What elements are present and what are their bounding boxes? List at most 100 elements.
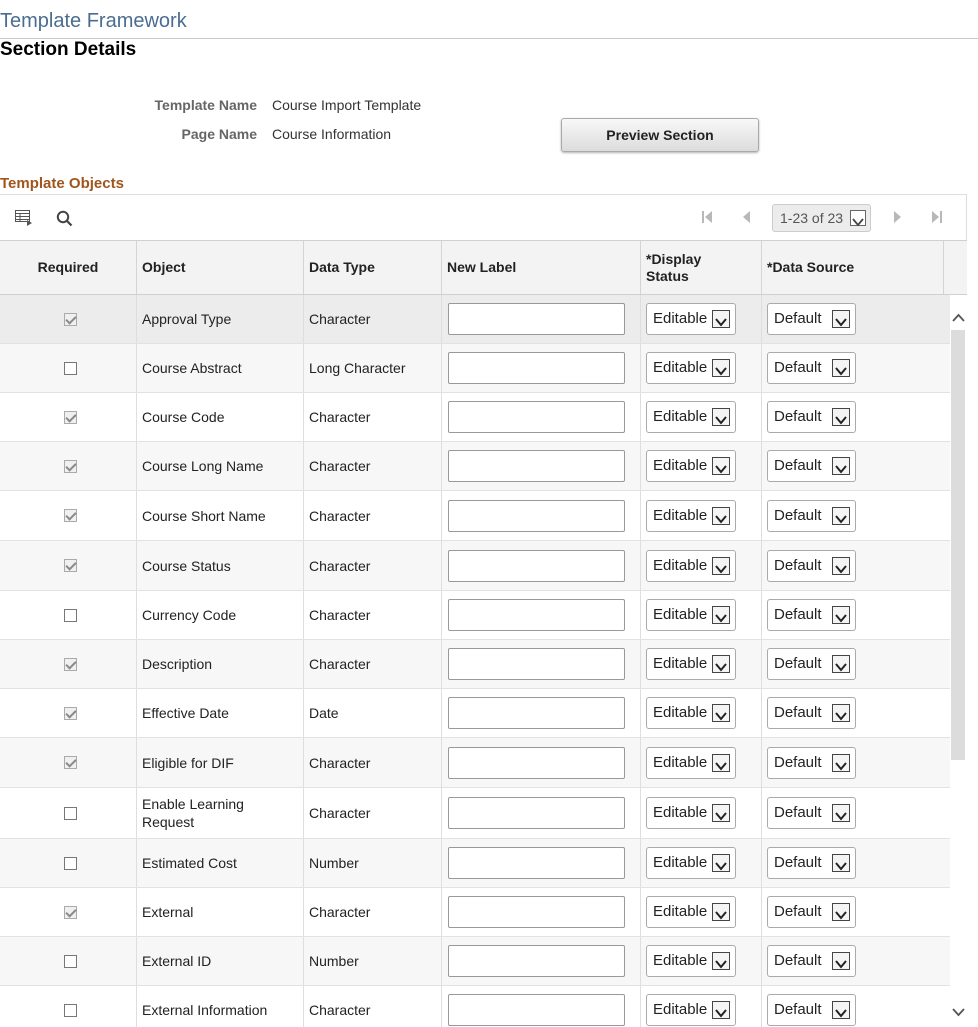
data-source-select[interactable]: Default	[767, 697, 856, 729]
table-row: Enable Learning RequestCharacterEditable…	[0, 788, 950, 839]
chevron-down-icon	[712, 557, 730, 575]
data-source-select[interactable]: Default	[767, 896, 856, 928]
data-source-select[interactable]: Default	[767, 847, 856, 879]
required-checkbox[interactable]	[64, 1004, 77, 1017]
display-status-select[interactable]: Editable	[646, 303, 736, 335]
display-status-select[interactable]: Editable	[646, 994, 736, 1026]
data-source-select[interactable]: Default	[767, 352, 856, 384]
new-label-input[interactable]	[448, 747, 625, 779]
data-source-cell: Default	[762, 640, 950, 688]
data-source-value: Default	[774, 507, 822, 524]
display-status-select[interactable]: Editable	[646, 352, 736, 384]
new-label-input[interactable]	[448, 797, 625, 829]
required-checkbox[interactable]	[64, 658, 77, 671]
row-count-select[interactable]: 1-23 of 23	[772, 204, 871, 232]
required-checkbox[interactable]	[64, 460, 77, 473]
required-cell	[0, 689, 137, 737]
column-header-required[interactable]: Required	[0, 241, 137, 294]
display-status-select[interactable]: Editable	[646, 648, 736, 680]
display-status-select[interactable]: Editable	[646, 697, 736, 729]
required-cell	[0, 888, 137, 936]
chevron-down-icon	[832, 606, 850, 624]
last-page-icon[interactable]	[930, 209, 944, 225]
first-page-icon[interactable]	[700, 209, 714, 225]
object-cell: Effective Date	[137, 689, 304, 737]
column-header-data-source[interactable]: *Data Source	[762, 241, 944, 294]
chevron-down-icon	[712, 1001, 730, 1019]
required-checkbox[interactable]	[64, 313, 77, 326]
search-icon[interactable]	[56, 210, 73, 232]
display-status-select[interactable]: Editable	[646, 550, 736, 582]
new-label-input[interactable]	[448, 945, 625, 977]
data-source-select[interactable]: Default	[767, 599, 856, 631]
display-status-value: Editable	[653, 804, 707, 821]
required-checkbox[interactable]	[64, 559, 77, 572]
column-header-display-status[interactable]: *Display Status	[641, 241, 762, 294]
scrollbar-thumb[interactable]	[951, 330, 965, 760]
required-checkbox[interactable]	[64, 857, 77, 870]
required-checkbox[interactable]	[64, 807, 77, 820]
preview-section-button[interactable]: Preview Section	[561, 118, 759, 152]
new-label-cell	[442, 738, 641, 787]
required-cell	[0, 344, 137, 392]
display-status-select[interactable]: Editable	[646, 945, 736, 977]
data-source-select[interactable]: Default	[767, 945, 856, 977]
data-source-select[interactable]: Default	[767, 500, 856, 532]
data-source-select[interactable]: Default	[767, 797, 856, 829]
new-label-input[interactable]	[448, 401, 625, 433]
scroll-down-icon[interactable]	[950, 1005, 967, 1019]
data-source-select[interactable]: Default	[767, 550, 856, 582]
new-label-input[interactable]	[448, 550, 625, 582]
display-status-select[interactable]: Editable	[646, 747, 736, 779]
scroll-up-icon[interactable]	[950, 311, 967, 325]
display-status-value: Editable	[653, 655, 707, 672]
data-source-select[interactable]: Default	[767, 648, 856, 680]
new-label-input[interactable]	[448, 697, 625, 729]
new-label-input[interactable]	[448, 847, 625, 879]
column-header-new-label[interactable]: New Label	[442, 241, 641, 294]
data-source-select[interactable]: Default	[767, 401, 856, 433]
display-status-select[interactable]: Editable	[646, 500, 736, 532]
data-source-select[interactable]: Default	[767, 747, 856, 779]
grid-personalize-icon[interactable]	[15, 210, 33, 231]
required-checkbox[interactable]	[64, 609, 77, 622]
data-source-select[interactable]: Default	[767, 994, 856, 1026]
new-label-input[interactable]	[448, 450, 625, 482]
data-source-select[interactable]: Default	[767, 303, 856, 335]
new-label-input[interactable]	[448, 648, 625, 680]
data-source-value: Default	[774, 557, 822, 574]
grid-header-spacer	[944, 240, 967, 295]
required-checkbox[interactable]	[64, 411, 77, 424]
required-cell	[0, 591, 137, 639]
required-checkbox[interactable]	[64, 707, 77, 720]
display-status-select[interactable]: Editable	[646, 401, 736, 433]
column-header-data-type[interactable]: Data Type	[304, 241, 442, 294]
new-label-input[interactable]	[448, 994, 625, 1026]
required-checkbox[interactable]	[64, 955, 77, 968]
next-page-icon[interactable]	[890, 209, 904, 225]
new-label-input[interactable]	[448, 303, 625, 335]
display-status-cell: Editable	[641, 393, 762, 441]
required-checkbox[interactable]	[64, 362, 77, 375]
chevron-down-icon	[832, 655, 850, 673]
display-status-select[interactable]: Editable	[646, 847, 736, 879]
object-cell: External	[137, 888, 304, 936]
new-label-cell	[442, 788, 641, 838]
required-checkbox[interactable]	[64, 756, 77, 769]
new-label-input[interactable]	[448, 500, 625, 532]
display-status-select[interactable]: Editable	[646, 896, 736, 928]
new-label-input[interactable]	[448, 896, 625, 928]
column-header-object[interactable]: Object	[137, 241, 304, 294]
previous-page-icon[interactable]	[740, 209, 754, 225]
display-status-select[interactable]: Editable	[646, 599, 736, 631]
new-label-cell	[442, 937, 641, 985]
required-checkbox[interactable]	[64, 509, 77, 522]
display-status-select[interactable]: Editable	[646, 450, 736, 482]
display-status-value: Editable	[653, 854, 707, 871]
display-status-cell: Editable	[641, 986, 762, 1027]
new-label-input[interactable]	[448, 352, 625, 384]
new-label-input[interactable]	[448, 599, 625, 631]
required-checkbox[interactable]	[64, 906, 77, 919]
display-status-select[interactable]: Editable	[646, 797, 736, 829]
data-source-select[interactable]: Default	[767, 450, 856, 482]
